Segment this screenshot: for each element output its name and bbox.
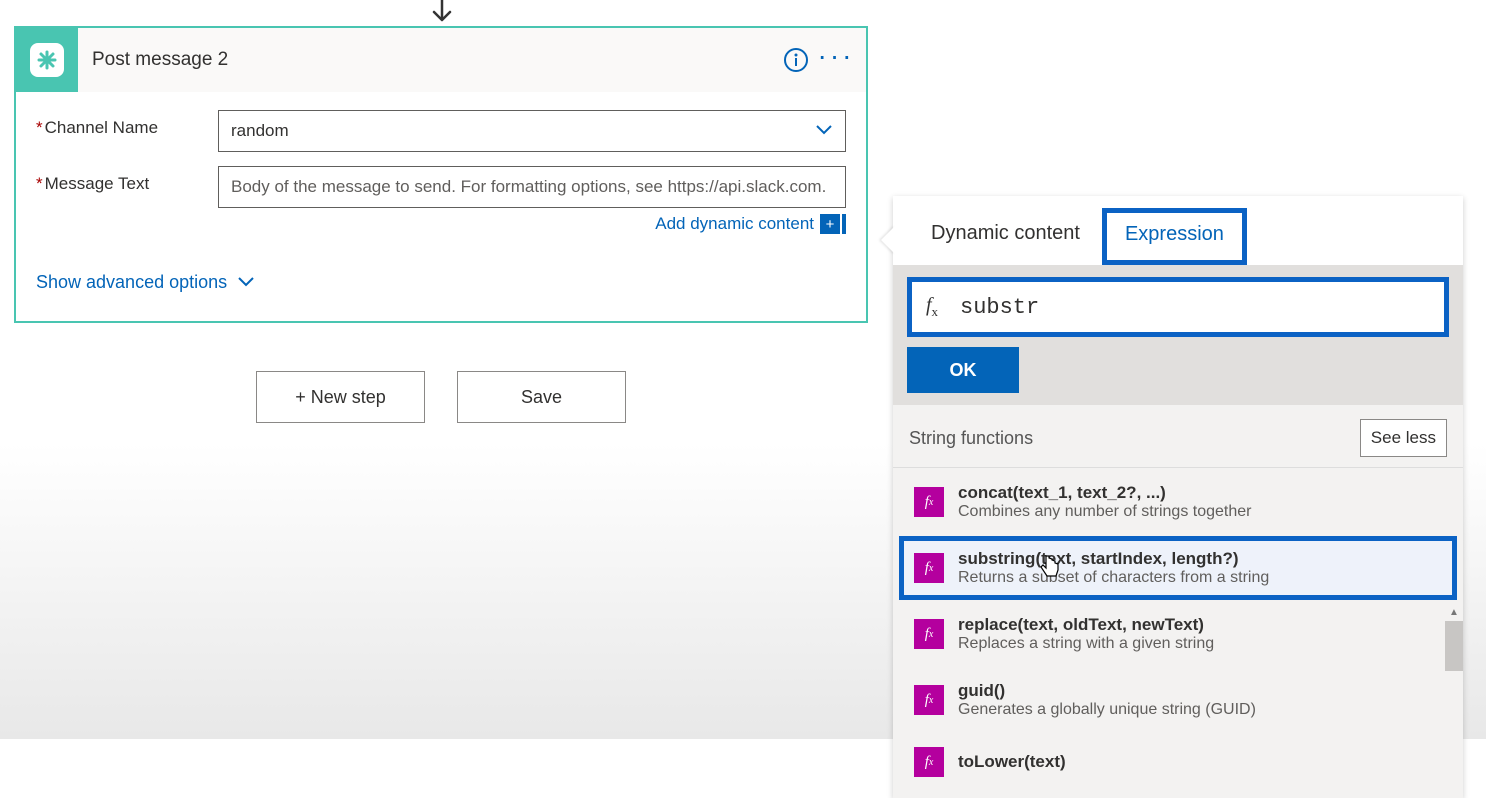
ellipsis-icon[interactable]: ··· [816,40,856,80]
scroll-up-icon[interactable]: ▲ [1445,603,1463,621]
channel-name-label: *Channel Name [36,110,218,138]
chevron-down-icon [237,272,255,293]
action-card-header[interactable]: Post message 2 ··· [16,28,866,92]
expression-input[interactable]: substr [952,295,1444,320]
slack-connector-icon [16,28,78,92]
function-item[interactable]: fx concat(text_1, text_2?, ...)Combines a… [899,470,1457,534]
function-item[interactable]: fx guid()Generates a globally unique stri… [899,668,1457,732]
see-less-button[interactable]: See less [1360,419,1447,457]
action-card-post-message: Post message 2 ··· *Channel Name random … [14,26,868,323]
function-description: Replaces a string with a given string [958,635,1214,653]
fx-icon: fx [914,685,944,715]
function-signature: guid() [958,681,1256,701]
message-text-label: *Message Text [36,166,218,194]
function-signature: replace(text, oldText, newText) [958,615,1214,635]
tab-dynamic-content[interactable]: Dynamic content [909,208,1102,265]
section-string-functions: String functions [909,428,1033,449]
expression-input-wrapper: fx substr [907,277,1449,337]
flow-connector-arrow [428,0,456,26]
add-dynamic-content-link[interactable]: Add dynamic content [655,214,814,234]
fx-icon: fx [914,747,944,777]
fx-icon: fx [912,294,952,320]
ok-button[interactable]: OK [907,347,1019,393]
show-advanced-options-link[interactable]: Show advanced options [36,272,255,293]
dynamic-content-bar [842,214,846,234]
fx-icon: fx [914,487,944,517]
message-text-input[interactable]: Body of the message to send. For formatt… [218,166,846,208]
fx-icon: fx [914,619,944,649]
chevron-down-icon [815,121,833,141]
action-title: Post message 2 [78,49,776,71]
expression-editor-panel: Dynamic content Expression fx substr OK … [893,196,1463,798]
function-signature: substring(text, startIndex, length?) [958,549,1269,569]
scroll-thumb[interactable] [1445,621,1463,671]
function-signature: concat(text_1, text_2?, ...) [958,483,1251,503]
fx-icon: fx [914,553,944,583]
function-description: Returns a subset of characters from a st… [958,569,1269,587]
tab-expression[interactable]: Expression [1102,208,1247,265]
function-item[interactable]: fx substring(text, startIndex, length?)Re… [899,536,1457,600]
function-description: Generates a globally unique string (GUID… [958,701,1256,719]
function-signature: toLower(text) [958,752,1066,772]
channel-name-select[interactable]: random [218,110,846,152]
function-item[interactable]: fx toLower(text) [899,734,1457,790]
new-step-button[interactable]: + New step [256,371,425,423]
function-description: Combines any number of strings together [958,503,1251,521]
function-item[interactable]: fx replace(text, oldText, newText)Replace… [899,602,1457,666]
plus-icon[interactable]: + [820,214,840,234]
scrollbar[interactable]: ▲ [1445,603,1463,798]
panel-caret-icon [881,226,895,254]
info-icon[interactable] [776,40,816,80]
save-button[interactable]: Save [457,371,626,423]
